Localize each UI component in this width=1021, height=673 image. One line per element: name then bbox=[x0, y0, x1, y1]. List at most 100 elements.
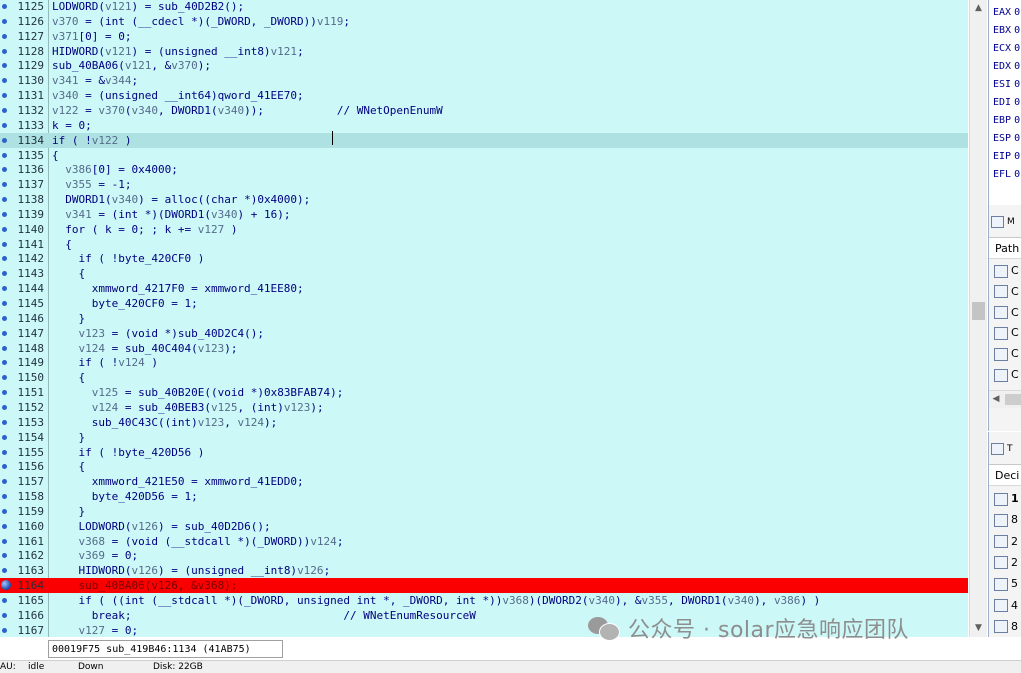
line-marker-icon[interactable] bbox=[2, 197, 7, 203]
line-marker-icon[interactable] bbox=[2, 538, 7, 544]
line-marker-icon[interactable] bbox=[2, 93, 7, 99]
line-marker-icon[interactable] bbox=[2, 241, 7, 247]
code-line[interactable]: 1161 v368 = (void (__stdcall *)(_DWORD))… bbox=[0, 534, 968, 549]
register-ebp[interactable]: EBP 0 bbox=[993, 112, 1020, 130]
code-line[interactable]: 1136 v386[0] = 0x4000; bbox=[0, 162, 968, 177]
code-line[interactable]: 1147 v123 = (void *)sub_40D2C4(); bbox=[0, 326, 968, 341]
code-line[interactable]: 1165 if ( ((int (__stdcall *)(_DWORD, un… bbox=[0, 593, 968, 608]
code-line[interactable]: 1162 v369 = 0; bbox=[0, 548, 968, 563]
code-line[interactable]: 1133 k = 0; bbox=[0, 118, 968, 133]
code-line[interactable]: 1160 LODWORD(v126) = sub_40D2D6(); bbox=[0, 519, 968, 534]
pseudocode-view[interactable]: 1125 LODWORD(v121) = sub_40D2B2(); 1126 v37… bbox=[0, 0, 968, 637]
modules-panel-title[interactable]: M bbox=[991, 212, 1015, 232]
module-item[interactable]: C bbox=[994, 303, 1019, 323]
code-line[interactable]: 1141 { bbox=[0, 237, 968, 252]
line-marker-icon[interactable] bbox=[2, 211, 7, 217]
line-marker-icon[interactable] bbox=[2, 627, 7, 633]
line-marker-icon[interactable] bbox=[2, 375, 7, 381]
line-marker-icon[interactable] bbox=[2, 286, 7, 292]
line-marker-icon[interactable] bbox=[2, 598, 7, 603]
code-line[interactable]: 1145 byte_420CF0 = 1; bbox=[0, 296, 968, 311]
line-marker-icon[interactable] bbox=[2, 404, 7, 410]
line-marker-icon[interactable] bbox=[2, 18, 7, 24]
code-line[interactable]: 1135 { bbox=[0, 148, 968, 163]
register-ecx[interactable]: ECX 0 bbox=[993, 40, 1020, 58]
line-marker-icon[interactable] bbox=[2, 494, 7, 500]
register-esp[interactable]: ESP 0 bbox=[993, 130, 1020, 148]
module-item[interactable]: C bbox=[994, 365, 1019, 385]
line-marker-icon[interactable] bbox=[2, 182, 7, 188]
code-line[interactable]: 1146 } bbox=[0, 311, 968, 326]
line-marker-icon[interactable] bbox=[2, 568, 7, 574]
code-line[interactable]: 1148 v124 = sub_40C404(v123); bbox=[0, 341, 968, 356]
module-item[interactable]: C bbox=[994, 282, 1019, 302]
scroll-down-arrow-icon[interactable]: ▼ bbox=[970, 620, 987, 637]
code-line[interactable]: 1128 HIDWORD(v121) = (unsigned __int8)v12… bbox=[0, 44, 968, 59]
code-line[interactable]: 1139 v341 = (int *)(DWORD1(v340) + 16); bbox=[0, 207, 968, 222]
thread-item[interactable]: 4 bbox=[994, 596, 1018, 616]
code-line[interactable]: 1163 HIDWORD(v126) = (unsigned __int8)v1… bbox=[0, 563, 968, 578]
line-marker-icon[interactable] bbox=[2, 419, 7, 425]
code-line[interactable]: 1134 if ( !v122 ) bbox=[0, 132, 968, 148]
code-line[interactable]: 1159 } bbox=[0, 504, 968, 519]
threads-decimal-header[interactable]: Deci bbox=[989, 464, 1021, 486]
code-line[interactable]: 1142 if ( !byte_420CF0 ) bbox=[0, 251, 968, 266]
line-marker-icon[interactable] bbox=[2, 63, 7, 69]
modules-path-header[interactable]: Path bbox=[989, 237, 1021, 259]
line-marker-icon[interactable] bbox=[2, 4, 7, 9]
line-marker-icon[interactable] bbox=[2, 390, 7, 396]
code-line[interactable]: 1154 } bbox=[0, 430, 968, 445]
line-marker-icon[interactable] bbox=[2, 315, 7, 321]
code-line[interactable]: 1143 { bbox=[0, 266, 968, 281]
modules-horizontal-scrollbar[interactable]: ◀ bbox=[989, 390, 1021, 408]
line-marker-icon[interactable] bbox=[2, 167, 7, 173]
code-line[interactable]: 1126 v370 = (int (__cdecl *)(_DWORD, _DWO… bbox=[0, 14, 968, 29]
threads-panel-title[interactable]: T bbox=[991, 439, 1013, 459]
line-marker-icon[interactable] bbox=[2, 612, 7, 618]
code-line[interactable]: 1157 xmmword_421E50 = xmmword_41EDD0; bbox=[0, 474, 968, 489]
code-vertical-scrollbar[interactable]: ▲ ▼ bbox=[969, 0, 987, 637]
scroll-thumb[interactable] bbox=[972, 302, 985, 320]
register-efl[interactable]: EFL 0 bbox=[993, 166, 1020, 184]
code-line[interactable]: 1125 LODWORD(v121) = sub_40D2B2(); bbox=[0, 0, 968, 14]
line-marker-icon[interactable] bbox=[2, 479, 7, 485]
code-line[interactable]: 1130 v341 = &v344; bbox=[0, 73, 968, 88]
code-line[interactable]: 1158 byte_420D56 = 1; bbox=[0, 489, 968, 504]
line-marker-icon[interactable] bbox=[2, 226, 7, 232]
line-marker-icon[interactable] bbox=[2, 449, 7, 455]
code-line[interactable]: 1150 { bbox=[0, 370, 968, 385]
code-line[interactable]: 1155 if ( !byte_420D56 ) bbox=[0, 445, 968, 460]
module-item[interactable]: C bbox=[994, 323, 1019, 343]
scroll-thumb[interactable] bbox=[1005, 394, 1021, 405]
module-item[interactable]: C bbox=[994, 344, 1019, 364]
line-marker-icon[interactable] bbox=[2, 464, 7, 470]
register-esi[interactable]: ESI 0 bbox=[993, 76, 1020, 94]
register-edi[interactable]: EDI 0 bbox=[993, 94, 1020, 112]
scroll-left-arrow-icon[interactable]: ◀ bbox=[989, 391, 1003, 408]
thread-item[interactable]: 8 bbox=[994, 617, 1018, 637]
code-line[interactable]: 1140 for ( k = 0; ; k += v127 ) bbox=[0, 222, 968, 237]
line-marker-icon[interactable] bbox=[2, 33, 7, 39]
code-line[interactable]: 1131 v340 = (unsigned __int64)qword_41EE7… bbox=[0, 88, 968, 103]
module-item[interactable]: C bbox=[994, 261, 1019, 281]
code-line[interactable]: 1127 v371[0] = 0; bbox=[0, 29, 968, 44]
code-line[interactable]: 1144 xmmword_4217F0 = xmmword_41EE80; bbox=[0, 281, 968, 296]
register-eip[interactable]: EIP 0 bbox=[993, 148, 1020, 166]
line-marker-icon[interactable] bbox=[2, 553, 7, 559]
line-marker-icon[interactable] bbox=[2, 152, 7, 158]
code-line[interactable]: 1132 v122 = v370(v340, DWORD1(v340)); // … bbox=[0, 103, 968, 118]
code-line[interactable]: 1151 v125 = sub_40B20E((void *)0x83BFAB7… bbox=[0, 385, 968, 400]
line-marker-icon[interactable] bbox=[2, 345, 7, 351]
code-line[interactable]: 1156 { bbox=[0, 459, 968, 474]
code-line[interactable]: 1137 v355 = -1; bbox=[0, 177, 968, 192]
register-eax[interactable]: EAX 0 bbox=[993, 4, 1020, 22]
line-marker-icon[interactable] bbox=[2, 107, 7, 113]
line-marker-icon[interactable] bbox=[2, 508, 7, 514]
thread-item[interactable]: 8 bbox=[994, 510, 1018, 530]
thread-item[interactable]: 2 bbox=[994, 532, 1018, 552]
breakpoint-icon[interactable] bbox=[1, 580, 11, 591]
code-line[interactable]: 1129 sub_40BA06(v121, &v370); bbox=[0, 58, 968, 73]
scroll-up-arrow-icon[interactable]: ▲ bbox=[970, 0, 987, 17]
thread-item[interactable]: 5 bbox=[994, 574, 1018, 594]
line-marker-icon[interactable] bbox=[2, 434, 7, 440]
